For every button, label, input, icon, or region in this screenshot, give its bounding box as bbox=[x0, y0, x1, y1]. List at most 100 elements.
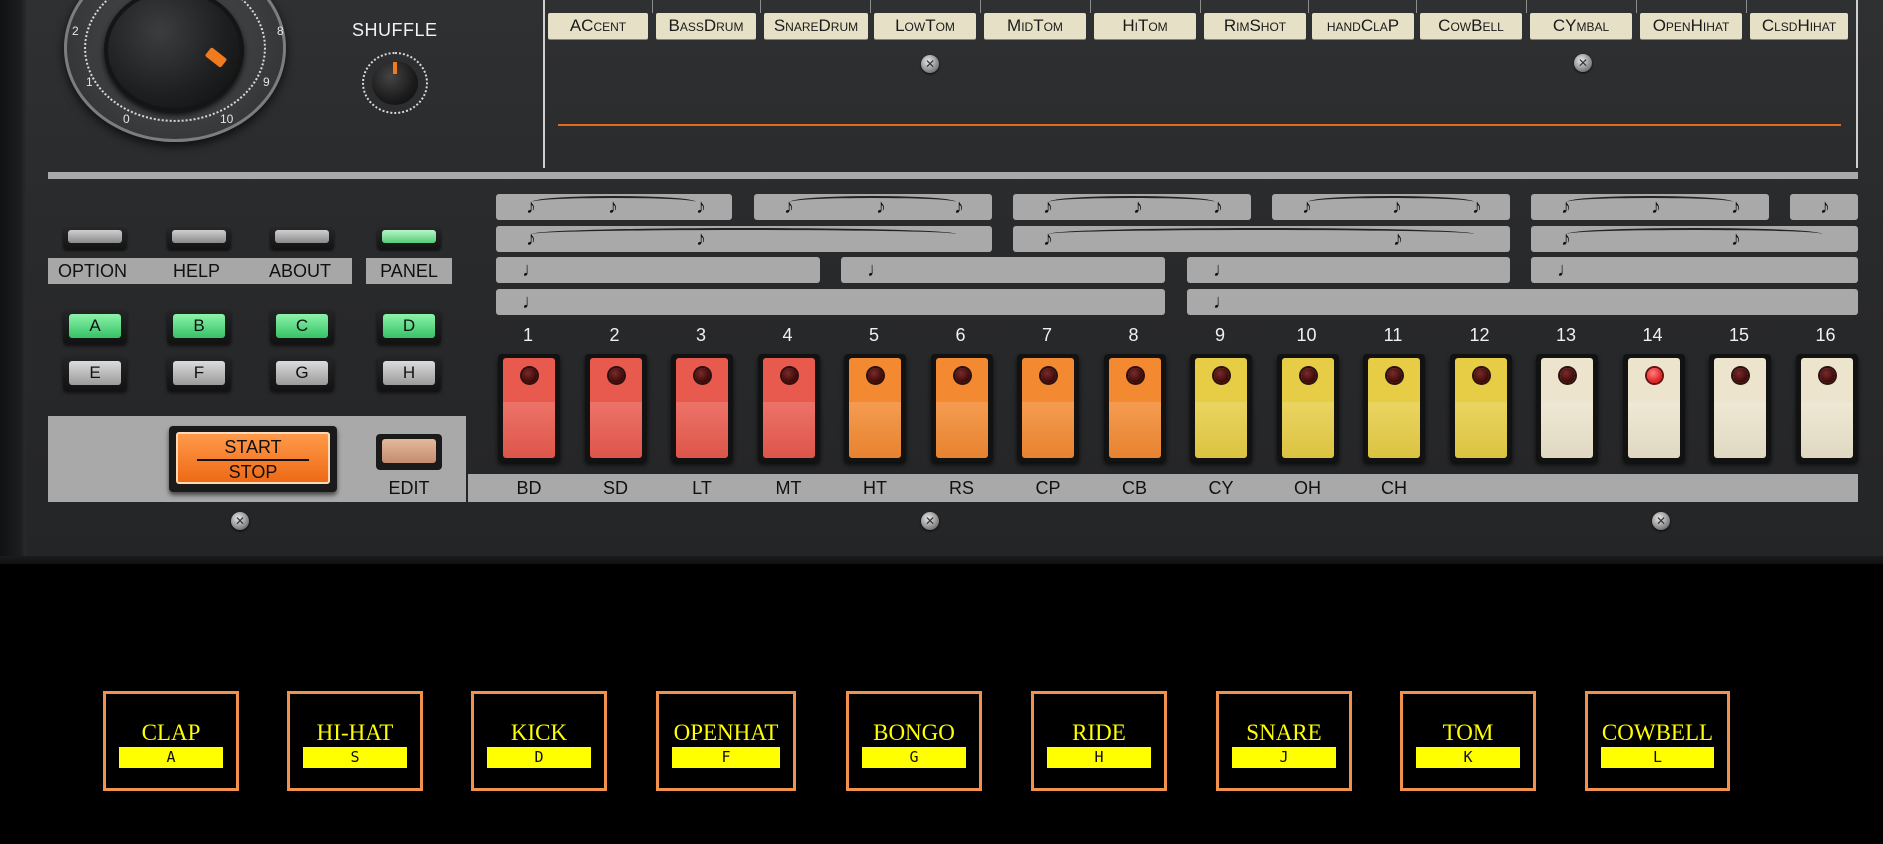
note-value-bar: ♪ ♪ bbox=[496, 226, 992, 252]
note-value-bar: ♪ ♪ ♪ bbox=[496, 194, 732, 220]
pad-cowbell[interactable]: COWBELL L bbox=[1585, 691, 1730, 791]
instrument-tab[interactable]: OpenHihat bbox=[1640, 13, 1742, 39]
note-value-bar: ♪ ♪ ♪ bbox=[754, 194, 992, 220]
step-button-8[interactable] bbox=[1103, 354, 1166, 462]
step-button-2[interactable] bbox=[584, 354, 647, 462]
pad-tom[interactable]: TOM K bbox=[1400, 691, 1536, 791]
pad-key: D bbox=[487, 747, 591, 768]
pattern-button-label: B bbox=[173, 314, 225, 338]
step-button-16[interactable] bbox=[1795, 354, 1858, 462]
step-button-15[interactable] bbox=[1709, 354, 1771, 462]
step-button-shade bbox=[676, 402, 728, 458]
tab-separator bbox=[1090, 0, 1091, 13]
pattern-button-b[interactable]: B bbox=[167, 310, 231, 344]
instrument-tab[interactable]: ACcent bbox=[548, 13, 648, 39]
about-label[interactable]: ABOUT bbox=[269, 261, 331, 282]
step-button-5[interactable] bbox=[844, 354, 906, 462]
instrument-label: SD bbox=[602, 478, 628, 498]
pattern-button-label: C bbox=[276, 314, 328, 338]
pad-clap[interactable]: CLAP A bbox=[103, 691, 239, 791]
step-button-shade bbox=[1714, 402, 1766, 458]
instrument-tab[interactable]: HiTom bbox=[1094, 13, 1196, 39]
shuffle-knob[interactable] bbox=[362, 52, 428, 114]
edit-button[interactable] bbox=[376, 434, 442, 470]
note-icon: ♩ bbox=[1213, 291, 1233, 313]
pattern-button-g[interactable]: G bbox=[270, 357, 334, 391]
step-button-9[interactable] bbox=[1190, 354, 1252, 462]
step-button-14[interactable] bbox=[1622, 354, 1685, 462]
instrument-tab[interactable]: SnareDrum bbox=[764, 13, 868, 39]
tie-arc bbox=[1308, 196, 1474, 208]
step-button-12[interactable] bbox=[1449, 354, 1512, 462]
pad-kick[interactable]: KICK D bbox=[471, 691, 607, 791]
instrument-tab[interactable]: CowBell bbox=[1420, 13, 1522, 39]
tab-separator bbox=[1416, 0, 1417, 13]
pad-key: J bbox=[1232, 747, 1336, 768]
pattern-button-h[interactable]: H bbox=[377, 357, 441, 391]
pad-bongo[interactable]: BONGO G bbox=[846, 691, 982, 791]
shuffle-pointer-icon bbox=[393, 62, 397, 74]
pad-name: OPENHAT bbox=[673, 720, 779, 745]
step-button-shade bbox=[503, 402, 555, 458]
step-led-icon bbox=[781, 368, 797, 383]
pad-name: TOM bbox=[1442, 720, 1494, 745]
drum-machine-panel: 2 8 1 9 0 10 SHUFFLE ACcent BassDrum Snare… bbox=[0, 0, 1883, 564]
help-label[interactable]: HELP bbox=[173, 261, 220, 282]
step-button-cap bbox=[1368, 358, 1420, 458]
step-button-cap bbox=[762, 358, 815, 458]
pad-hihat[interactable]: HI-HAT S bbox=[287, 691, 423, 791]
start-stop-button[interactable]: START STOP bbox=[169, 426, 337, 492]
instrument-tab[interactable]: CYmbal bbox=[1530, 13, 1632, 39]
tab-separator bbox=[652, 0, 653, 13]
step-button-shade bbox=[1541, 402, 1593, 458]
option-label[interactable]: OPTION bbox=[58, 261, 127, 282]
pattern-button-f[interactable]: F bbox=[167, 357, 231, 391]
step-button-10[interactable] bbox=[1276, 354, 1339, 462]
pattern-button-label: G bbox=[276, 361, 328, 385]
step-led-icon bbox=[695, 368, 710, 383]
step-led-icon bbox=[1127, 368, 1143, 383]
pad-key: K bbox=[1416, 747, 1520, 768]
option-led-button[interactable] bbox=[63, 227, 127, 249]
instrument-tab[interactable]: LowTom bbox=[874, 13, 976, 39]
panel-led-button[interactable] bbox=[377, 227, 441, 249]
note-icon: ♩ bbox=[867, 259, 887, 281]
pad-name: BONGO bbox=[873, 720, 955, 745]
instrument-tab[interactable]: RimShot bbox=[1204, 13, 1306, 39]
tempo-scale-number: 1 bbox=[86, 75, 93, 89]
panel-label[interactable]: PANEL bbox=[366, 258, 452, 284]
step-number: 4 bbox=[782, 325, 793, 345]
instrument-tab[interactable]: MidTom bbox=[984, 13, 1086, 39]
step-button-4[interactable] bbox=[757, 354, 820, 462]
pad-ride[interactable]: RIDE H bbox=[1031, 691, 1167, 791]
note-value-bar: ♩ bbox=[496, 289, 1165, 315]
step-button-6[interactable] bbox=[930, 354, 993, 462]
tab-separator bbox=[870, 0, 871, 13]
instrument-tab[interactable]: BassDrum bbox=[656, 13, 756, 39]
pad-openhat[interactable]: OPENHAT F bbox=[656, 691, 796, 791]
step-number: 13 bbox=[1555, 325, 1577, 345]
step-button-11[interactable] bbox=[1363, 354, 1425, 462]
step-button-1[interactable] bbox=[498, 354, 560, 462]
step-led-icon bbox=[608, 368, 624, 383]
instrument-tab[interactable]: ClsdHihat bbox=[1750, 13, 1848, 39]
pad-snare[interactable]: SNARE J bbox=[1216, 691, 1352, 791]
pad-key: L bbox=[1601, 747, 1714, 768]
pattern-button-e[interactable]: E bbox=[63, 357, 127, 391]
step-button-13[interactable] bbox=[1536, 354, 1598, 462]
tab-separator bbox=[760, 0, 761, 13]
tempo-dial[interactable] bbox=[64, 0, 286, 142]
step-button-shade bbox=[1195, 402, 1247, 458]
about-led-button[interactable] bbox=[270, 227, 334, 249]
step-button-cap bbox=[1281, 358, 1334, 458]
note-value-bar: ♩ bbox=[1187, 289, 1858, 315]
step-button-3[interactable] bbox=[671, 354, 733, 462]
step-number: 3 bbox=[695, 325, 706, 345]
step-button-shade bbox=[849, 402, 901, 458]
pattern-button-c[interactable]: C bbox=[270, 310, 334, 344]
pattern-button-d[interactable]: D bbox=[377, 310, 441, 344]
help-led-button[interactable] bbox=[167, 227, 231, 249]
step-button-7[interactable] bbox=[1017, 354, 1079, 462]
instrument-tab[interactable]: handClaP bbox=[1312, 13, 1414, 39]
pattern-button-a[interactable]: A bbox=[63, 310, 127, 344]
